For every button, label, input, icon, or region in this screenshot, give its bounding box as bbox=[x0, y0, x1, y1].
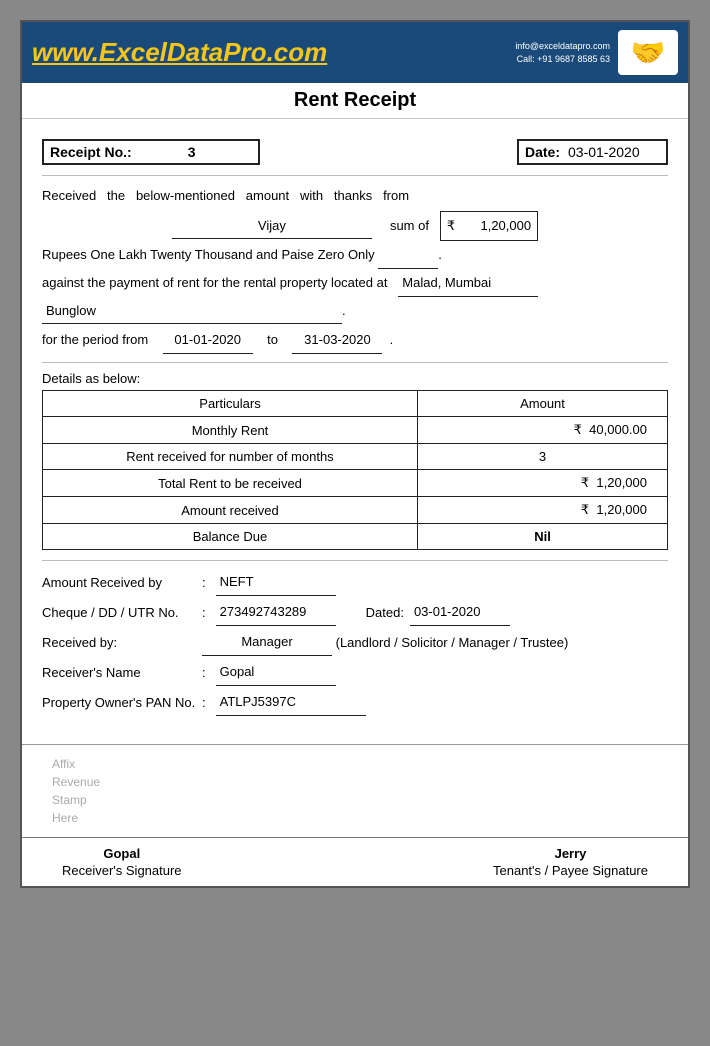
receivers-name-row: Receiver's Name : Gopal bbox=[42, 659, 668, 686]
particular-balance: Balance Due bbox=[43, 524, 418, 550]
tenant-sig-name: Jerry bbox=[493, 846, 648, 861]
logo-area: info@exceldatapro.com Call: +91 9687 858… bbox=[515, 30, 678, 75]
property-location: Malad, Mumbai bbox=[398, 271, 538, 297]
receipt-title: Rent Receipt bbox=[22, 83, 688, 119]
cheque-row: Cheque / DD / UTR No. : 273492743289 Dat… bbox=[42, 599, 668, 626]
signature-row: Gopal Receiver's Signature Jerry Tenant'… bbox=[22, 837, 688, 886]
particular-monthly-rent: Monthly Rent bbox=[43, 417, 418, 444]
col-particulars: Particulars bbox=[43, 391, 418, 417]
amount-monthly-rent: ₹ 40,000.00 bbox=[418, 417, 668, 444]
against-line: against the payment of rent for the rent… bbox=[42, 271, 668, 297]
header-info-block: info@exceldatapro.com Call: +91 9687 858… bbox=[515, 40, 610, 65]
property-type: Bunglow bbox=[42, 299, 342, 325]
period-to: 31-03-2020 bbox=[292, 328, 382, 354]
pan-row: Property Owner's PAN No. : ATLPJ5397C bbox=[42, 689, 668, 716]
rupee-icon: ₹ bbox=[574, 422, 582, 437]
property-type-line: Bunglow. bbox=[42, 299, 668, 325]
table-row: Total Rent to be received ₹ 1,20,000 bbox=[43, 470, 668, 497]
receiver-sig-block: Gopal Receiver's Signature bbox=[62, 846, 182, 878]
pan-value: ATLPJ5397C bbox=[216, 689, 366, 716]
stamp-line3: Stamp bbox=[52, 793, 87, 807]
body-section: Received the below-mentioned amount with… bbox=[42, 184, 668, 354]
received-by-row: Amount Received by : NEFT bbox=[42, 569, 668, 596]
cheque-value: 273492743289 bbox=[216, 599, 336, 626]
date-field: Date: 03-01-2020 bbox=[517, 139, 668, 165]
rupee-icon: ₹ bbox=[581, 475, 589, 490]
colon2: : bbox=[202, 600, 206, 626]
period-to-label: to bbox=[267, 332, 278, 347]
stamp-line1: Affix bbox=[52, 757, 75, 771]
receiver-sig-label: Receiver's Signature bbox=[62, 863, 182, 878]
header-info: info@exceldatapro.com Call: +91 9687 858… bbox=[515, 30, 678, 75]
content-area: Receipt No.: 3 Date: 03-01-2020 Received… bbox=[22, 119, 688, 734]
receiver-row: Received by: Manager (Landlord / Solicit… bbox=[42, 629, 668, 656]
amount-received: ₹ 1,20,000 bbox=[418, 497, 668, 524]
header-logo-icon: 🤝 bbox=[618, 30, 678, 75]
rupees-words: Rupees One Lakh Twenty Thousand and Pais… bbox=[42, 247, 375, 262]
receipt-meta-row: Receipt No.: 3 Date: 03-01-2020 bbox=[42, 139, 668, 165]
receipt-no-label: Receipt No.: bbox=[50, 144, 132, 160]
receipt-page: www.ExcelDataPro.com info@exceldatapro.c… bbox=[20, 20, 690, 888]
stamp-text: Affix Revenue Stamp Here bbox=[42, 755, 668, 827]
amount-months: 3 bbox=[418, 444, 668, 470]
receipt-no-value: 3 bbox=[132, 144, 252, 160]
handshake-icon: 🤝 bbox=[631, 36, 666, 69]
particular-amount-received: Amount received bbox=[43, 497, 418, 524]
amount-balance: Nil bbox=[418, 524, 668, 550]
tenant-sig-block: Jerry Tenant's / Payee Signature bbox=[493, 846, 648, 878]
receiver-label: Received by: bbox=[42, 630, 202, 656]
colon4: : bbox=[202, 690, 206, 716]
tenant-line: Vijay sum of ₹ 1,20,000 bbox=[42, 211, 668, 242]
dated-label: Dated: bbox=[366, 600, 404, 626]
date-value: 03-01-2020 bbox=[560, 144, 660, 160]
period-label: for the period from bbox=[42, 332, 148, 347]
date-label: Date: bbox=[525, 144, 560, 160]
amount-box: ₹ 1,20,000 bbox=[440, 211, 538, 242]
details-label: Details as below: bbox=[42, 371, 668, 386]
pan-label: Property Owner's PAN No. bbox=[42, 690, 202, 716]
table-row: Balance Due Nil bbox=[43, 524, 668, 550]
header-banner: www.ExcelDataPro.com info@exceldatapro.c… bbox=[22, 22, 688, 83]
tenant-name: Vijay bbox=[172, 214, 372, 240]
received-by-label: Amount Received by bbox=[42, 570, 202, 596]
rupees-words-line: Rupees One Lakh Twenty Thousand and Pais… bbox=[42, 243, 668, 269]
against-text: against the payment of rent for the rent… bbox=[42, 275, 387, 290]
amount-value: 1,20,000 bbox=[461, 214, 531, 239]
received-text: Received the below-mentioned amount with… bbox=[42, 188, 409, 203]
sum-of-label: sum of bbox=[390, 218, 429, 233]
table-row: Amount received ₹ 1,20,000 bbox=[43, 497, 668, 524]
receivers-name-label: Receiver's Name bbox=[42, 660, 202, 686]
colon3: : bbox=[202, 660, 206, 686]
col-amount: Amount bbox=[418, 391, 668, 417]
receivers-name-value: Gopal bbox=[216, 659, 336, 686]
dated-value: 03-01-2020 bbox=[410, 599, 510, 626]
particular-total-rent: Total Rent to be received bbox=[43, 470, 418, 497]
particular-months: Rent received for number of months bbox=[43, 444, 418, 470]
received-line: Received the below-mentioned amount with… bbox=[42, 184, 668, 209]
stamp-line2: Revenue bbox=[52, 775, 100, 789]
stamp-line4: Here bbox=[52, 811, 78, 825]
payment-section: Amount Received by : NEFT Cheque / DD / … bbox=[42, 569, 668, 716]
period-from: 01-01-2020 bbox=[163, 328, 253, 354]
rupee-symbol: ₹ bbox=[447, 214, 455, 239]
amount-total-rent: ₹ 1,20,000 bbox=[418, 470, 668, 497]
details-table: Particulars Amount Monthly Rent ₹ 40,000… bbox=[42, 390, 668, 550]
stamp-signature-section: Affix Revenue Stamp Here Gopal Receiver'… bbox=[22, 744, 688, 886]
tenant-sig-label: Tenant's / Payee Signature bbox=[493, 863, 648, 878]
site-url: www.ExcelDataPro.com bbox=[32, 37, 327, 68]
period-line: for the period from 01-01-2020 to 31-03-… bbox=[42, 328, 668, 354]
receiver-value: Manager bbox=[202, 629, 332, 656]
colon1: : bbox=[202, 570, 206, 596]
received-by-value: NEFT bbox=[216, 569, 336, 596]
receipt-number-field: Receipt No.: 3 bbox=[42, 139, 260, 165]
stamp-area: Affix Revenue Stamp Here bbox=[22, 745, 688, 837]
receiver-sig-name: Gopal bbox=[62, 846, 182, 861]
info-phone: Call: +91 9687 8585 63 bbox=[515, 53, 610, 66]
receiver-note: (Landlord / Solicitor / Manager / Truste… bbox=[336, 630, 569, 656]
rupee-icon: ₹ bbox=[581, 502, 589, 517]
info-email: info@exceldatapro.com bbox=[515, 40, 610, 53]
cheque-label: Cheque / DD / UTR No. bbox=[42, 600, 202, 626]
table-row: Monthly Rent ₹ 40,000.00 bbox=[43, 417, 668, 444]
table-row: Rent received for number of months 3 bbox=[43, 444, 668, 470]
